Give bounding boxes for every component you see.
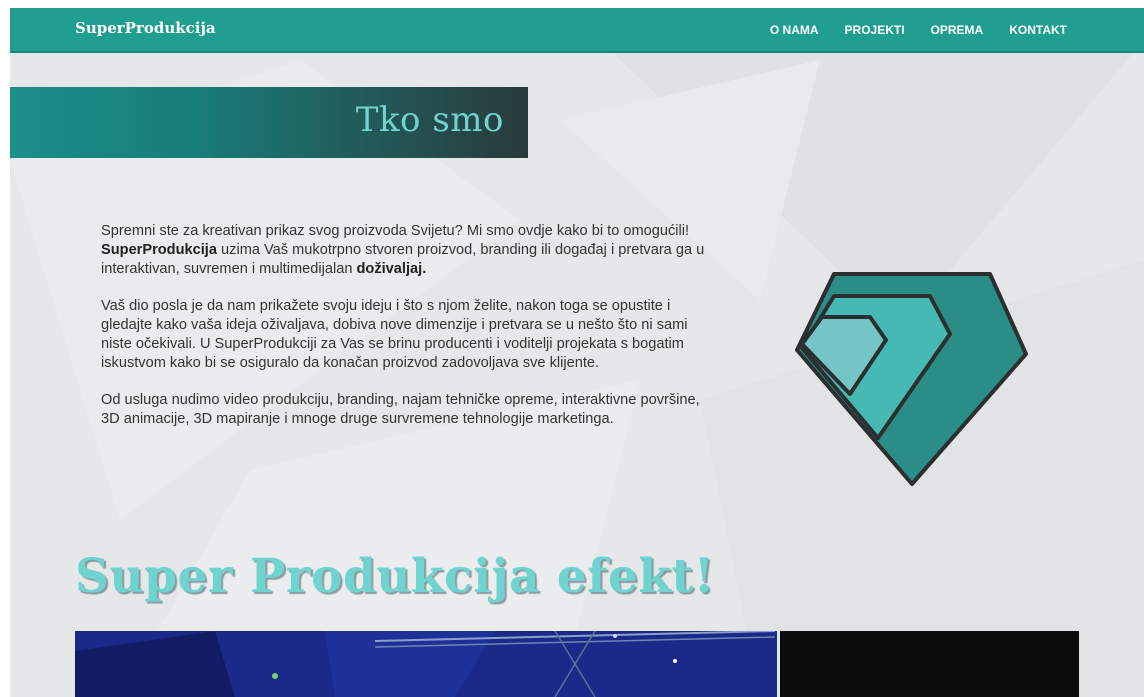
brand-highlight: SuperProdukcija: [101, 242, 217, 258]
effect-heading: Super Produkcija efekt!: [75, 549, 715, 604]
diamond-logo-icon: [795, 272, 1028, 486]
section-title-banner: Tko smo: [10, 87, 528, 158]
gallery-photo-dark[interactable]: [780, 631, 1079, 697]
about-paragraph-2: Vaš dio posla je da nam prikažete svoju …: [101, 298, 688, 371]
window-top-frame: [0, 0, 1144, 8]
nav-item-kontakt[interactable]: KONTAKT: [1009, 23, 1067, 37]
nav-item-o-nama[interactable]: O NAMA: [770, 23, 819, 37]
brand-logo-text[interactable]: SuperProdukcija: [75, 19, 216, 37]
main-nav: O NAMA PROJEKTI OPREMA KONTAKT: [744, 23, 1067, 37]
top-navbar: SuperProdukcija O NAMA PROJEKTI OPREMA K…: [10, 8, 1144, 53]
nav-item-oprema[interactable]: OPREMA: [931, 23, 984, 37]
about-section: Spremni ste za kreativan prikaz svog pro…: [101, 222, 713, 447]
about-paragraph-3: Od usluga nudimo video produkciju, brand…: [101, 392, 700, 427]
about-paragraph-1: Spremni ste za kreativan prikaz svog pro…: [101, 223, 705, 277]
section-title: Tko smo: [355, 100, 504, 140]
gallery-photo-stage[interactable]: [75, 631, 777, 697]
window-left-frame: [0, 0, 10, 697]
experience-highlight: doživaljaj.: [356, 261, 427, 277]
nav-item-projekti[interactable]: PROJEKTI: [845, 23, 905, 37]
stage-truss-graphic: [75, 631, 777, 697]
